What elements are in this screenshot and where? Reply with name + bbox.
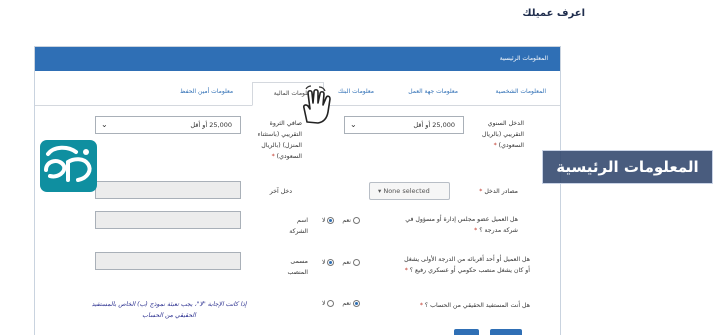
- annual-income-select[interactable]: ⌄ 25,000 أو أقل: [344, 116, 464, 134]
- form-button-1[interactable]: [454, 329, 479, 335]
- board-member-question: هل العميل عضو مجلس إدارة أو مسؤول في شرك…: [405, 216, 518, 234]
- tab-bank-info[interactable]: معلومات البنك: [338, 88, 374, 95]
- income-sources-multiselect[interactable]: ▾ None selected: [369, 182, 450, 200]
- net-worth-select[interactable]: ⌄ 25,000 أو أقل: [95, 116, 241, 134]
- beneficiary-question: هل أنت المستفيد الحقيقي من الحساب ؟ *: [419, 302, 530, 309]
- board-member-yes[interactable]: نعم: [342, 217, 360, 224]
- beneficiary-radios: نعم لا: [316, 300, 360, 307]
- income-sources-label: مصادر الدخل *: [479, 188, 518, 195]
- beneficiary-no[interactable]: لا: [322, 300, 335, 307]
- caret-down-icon: ▾: [378, 187, 382, 195]
- position-title-label: مسمى المنصب: [287, 258, 309, 276]
- relative-official-radios: نعم لا: [316, 259, 360, 266]
- hand-pointer-icon: [297, 84, 339, 126]
- net-worth-label: صافي الثروة التقريبي (باستثناء المنزل) (…: [257, 120, 302, 160]
- beneficiary-yes[interactable]: نعم: [342, 300, 360, 307]
- page-heading: اعرف عميلك: [522, 8, 585, 19]
- tab-employer-info[interactable]: معلومات جهة العمل: [408, 88, 458, 95]
- tab-personal-info[interactable]: المعلومات الشخصية: [496, 88, 547, 95]
- beneficiary-note: إذا كانت الإجابة "لا"، يجب تعبئة نموذج (…: [91, 301, 247, 319]
- board-member-no[interactable]: لا: [322, 217, 335, 224]
- other-income-input[interactable]: [95, 181, 241, 199]
- annual-income-label: الدخل السنوي التقريبي (بالريال السعودي) …: [481, 120, 524, 149]
- caret-down-icon: ⌄: [101, 120, 108, 129]
- position-title-input[interactable]: [95, 252, 241, 270]
- relative-official-yes[interactable]: نعم: [342, 259, 360, 266]
- board-member-radios: نعم لا: [316, 217, 360, 224]
- company-name-input[interactable]: [95, 211, 241, 229]
- form-button-2[interactable]: [490, 329, 522, 335]
- company-name-label: اسم الشركة: [289, 217, 308, 235]
- relative-official-no[interactable]: لا: [322, 259, 335, 266]
- other-income-label: دخل آخر: [269, 188, 292, 195]
- site-logo: [40, 140, 97, 192]
- relative-official-question: هل العميل أو أحد أقربائه من الدرجة الأول…: [404, 256, 530, 274]
- panel-header: المعلومات الرئيسية: [35, 47, 560, 71]
- tab-custodian-info[interactable]: معلومات أمين الحفظ: [180, 88, 233, 95]
- caret-down-icon: ⌄: [350, 120, 357, 129]
- section-banner: المعلومات الرئيسية: [542, 150, 713, 184]
